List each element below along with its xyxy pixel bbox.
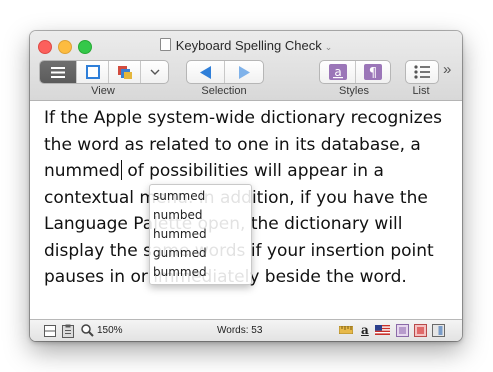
color-palette-icon[interactable] [414,324,427,337]
selection-segmented-control [186,60,264,84]
right-arrow-icon [239,65,250,79]
list-button[interactable] [405,60,439,84]
svg-text:¶: ¶ [369,66,377,80]
svg-text:a: a [334,65,341,79]
window-title[interactable]: Keyboard Spelling Check ⌄ [30,38,462,53]
document-editor[interactable]: If the Apple system-wide dictionary reco… [30,101,462,319]
magnifier-icon[interactable] [81,324,94,337]
document-icon [159,38,171,51]
view-list-button[interactable] [40,61,77,83]
paragraph-style-button[interactable]: ¶ [356,61,390,83]
clipboard-icon[interactable] [62,324,74,338]
suggestion-item[interactable]: numbed [150,206,251,225]
ruler-icon[interactable] [339,326,353,334]
suggestion-item[interactable]: bummed [150,263,251,282]
left-arrow-icon [199,65,211,79]
chevron-down-icon: ⌄ [324,42,333,52]
view-menu-button[interactable] [141,61,168,83]
view-segmented-control [39,60,169,84]
app-window: Keyboard Spelling Check ⌄ View Selection… [30,31,462,341]
toolbar-label-list: List [412,85,430,97]
status-bar: 150% Words: 53 a [30,319,462,341]
page-view-icon [85,65,100,79]
toolbar-label-view: View [91,85,115,97]
chevron-down-icon [150,69,159,75]
bulleted-list-icon [414,65,430,79]
selection-next-button[interactable] [225,61,263,83]
word-count: Words: 53 [217,325,263,336]
style-palette-icon[interactable] [396,324,409,337]
paragraph-style-icon: ¶ [364,64,382,80]
palette-windows-icon [117,65,132,79]
styles-segmented-control: a ¶ [319,60,391,84]
split-view-icon[interactable] [44,325,56,337]
view-page-button[interactable] [77,61,109,83]
selection-previous-button[interactable] [187,61,225,83]
titlebar: Keyboard Spelling Check ⌄ View Selection… [30,31,462,101]
character-style-icon: a [328,64,347,80]
list-button-cell[interactable] [406,61,438,83]
zoom-level[interactable]: 150% [97,325,123,336]
suggestion-item[interactable]: summed [150,187,251,206]
suggestion-item[interactable]: hummed [150,225,251,244]
toolbar-label-selection: Selection [201,85,247,97]
inspector-icon[interactable] [432,324,445,337]
toolbar-label-styles: Styles [339,85,369,97]
window-title-text: Keyboard Spelling Check [175,38,322,53]
text-style-indicator[interactable]: a [361,323,369,337]
toolbar-overflow-button[interactable]: » [443,61,451,78]
us-flag-icon[interactable] [375,325,390,335]
view-palette-button[interactable] [109,61,141,83]
spelling-suggestions-menu: summed numbed hummed gummed bummed [149,184,252,285]
list-lines-icon [51,66,65,78]
character-style-button[interactable]: a [320,61,356,83]
suggestion-item[interactable]: gummed [150,244,251,263]
